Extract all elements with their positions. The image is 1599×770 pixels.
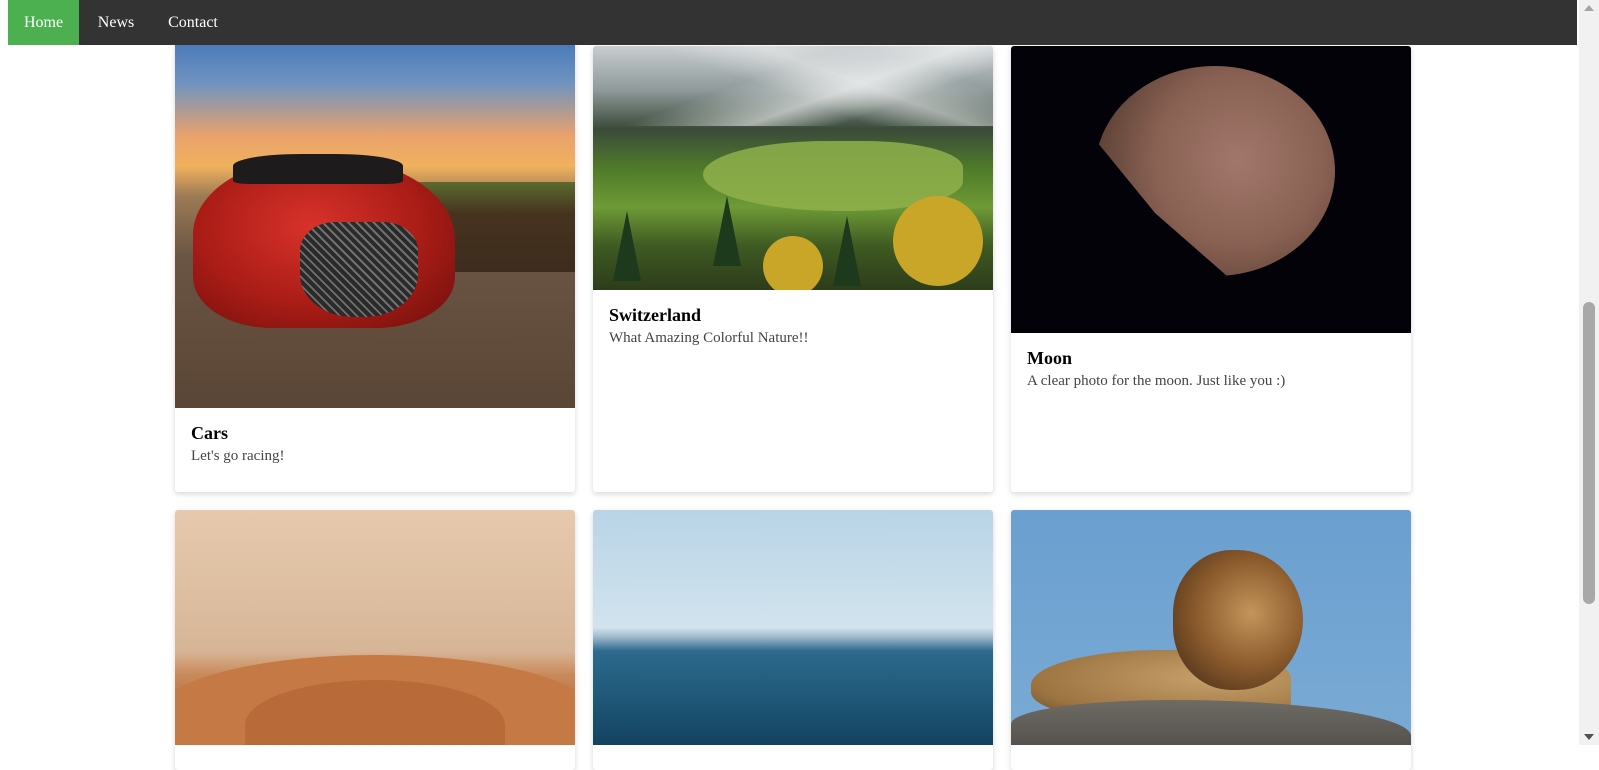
card-lion[interactable] (1011, 510, 1411, 770)
card-switzerland[interactable]: Switzerland What Amazing Colorful Nature… (593, 46, 993, 492)
card-moon[interactable]: Moon A clear photo for the moon. Just li… (1011, 46, 1411, 492)
tree-shape (613, 211, 641, 281)
card-description: A clear photo for the moon. Just like yo… (1027, 373, 1286, 389)
car-windshield-shape (233, 154, 403, 184)
autumn-tree-shape (763, 236, 823, 290)
card-title: Switzerland (609, 305, 701, 325)
car-grille-shape (300, 222, 418, 317)
card-description: What Amazing Colorful Nature!! (609, 330, 809, 346)
card-body: Cars Let's go racing! (175, 408, 575, 466)
scrollbar-thumb[interactable] (1583, 302, 1595, 604)
scroll-down-arrow-icon[interactable] (1584, 734, 1594, 740)
lion-image (1011, 510, 1411, 745)
tree-shape (713, 196, 741, 266)
cars-image (175, 30, 575, 408)
moon-shape (1095, 66, 1335, 276)
nav-contact-link[interactable]: Contact (153, 0, 233, 45)
card-desert[interactable] (175, 510, 575, 770)
moon-image (1011, 46, 1411, 333)
card-body: Moon A clear photo for the moon. Just li… (1011, 333, 1411, 391)
card-title: Moon (1027, 348, 1072, 368)
autumn-tree-shape (893, 196, 983, 286)
tree-shape (833, 216, 861, 286)
card-description: Let's go racing! (191, 448, 285, 464)
nav-news-link[interactable]: News (79, 0, 153, 45)
switzerland-image (593, 46, 993, 290)
card-title: Cars (191, 423, 228, 443)
card-body: Switzerland What Amazing Colorful Nature… (593, 290, 993, 348)
ocean-image (593, 510, 993, 745)
scroll-up-arrow-icon[interactable] (1584, 5, 1594, 11)
desert-image (175, 510, 575, 745)
lion-mane-shape (1173, 550, 1303, 690)
top-navbar: Home News Contact (8, 0, 1577, 45)
mountain-snow-shape (593, 46, 993, 126)
nav-home-link[interactable]: Home (8, 0, 79, 45)
rock-shape (1011, 700, 1411, 745)
card-cars[interactable]: Cars Let's go racing! (175, 30, 575, 492)
page-scrollbar[interactable] (1579, 0, 1599, 745)
card-ocean[interactable] (593, 510, 993, 770)
